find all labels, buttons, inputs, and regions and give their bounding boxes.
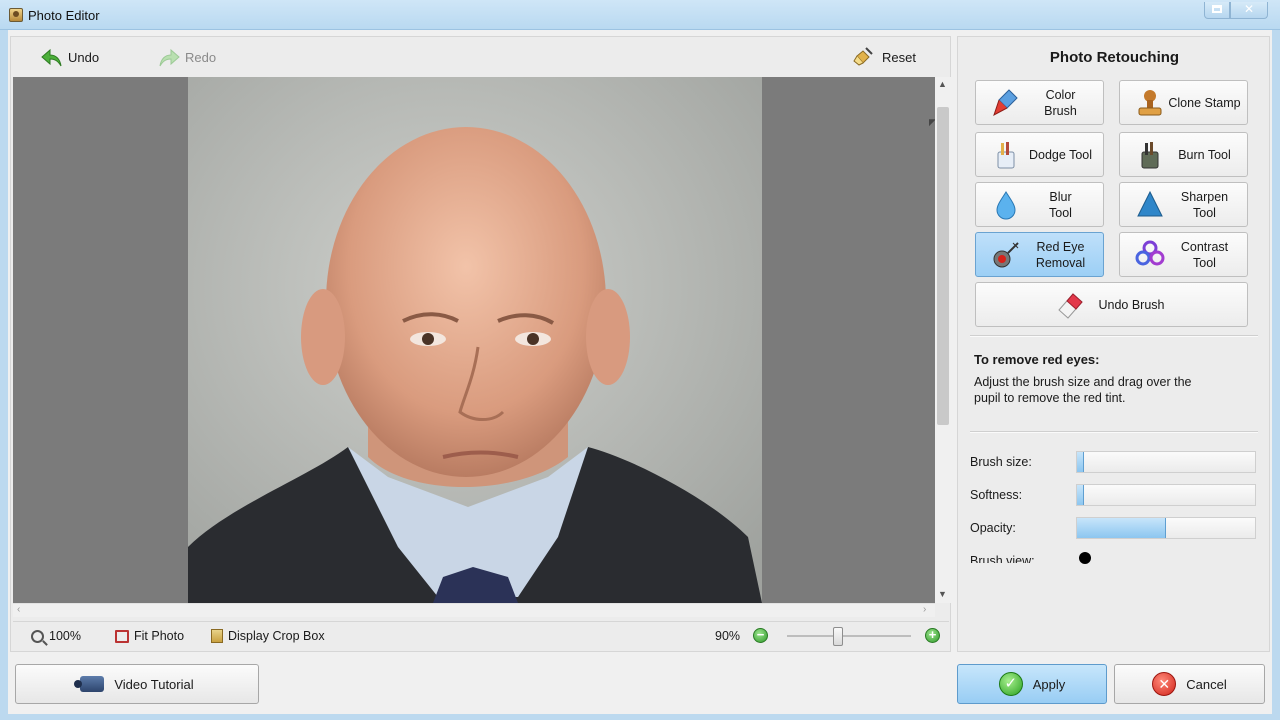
sharpen-tool-icon	[1134, 189, 1166, 221]
clone-stamp-button[interactable]: Clone Stamp	[1119, 80, 1248, 125]
display-crop-box-label: Display Crop Box	[228, 629, 325, 643]
maximize-icon	[1212, 5, 1222, 13]
close-icon: ✕	[1243, 2, 1255, 16]
burn-tool-label: Burn Tool	[1178, 147, 1231, 162]
burn-tool-button[interactable]: Burn Tool	[1119, 132, 1248, 177]
opacity-slider[interactable]	[1076, 517, 1256, 539]
portrait-photo	[188, 77, 762, 603]
softness-fill	[1077, 485, 1085, 505]
zoom-in-button[interactable]: +	[925, 628, 940, 643]
redo-label: Redo	[185, 49, 217, 65]
cancel-label: Cancel	[1186, 676, 1227, 692]
dodge-tool-icon	[990, 139, 1022, 171]
undo-label: Undo	[68, 49, 100, 65]
reset-button[interactable]: Reset	[853, 45, 916, 69]
red-eye-icon	[990, 239, 1022, 271]
fit-photo-icon	[115, 629, 129, 643]
video-camera-icon	[74, 676, 105, 692]
retouching-panel: Photo Retouching Color Brush Clone Stamp…	[957, 36, 1270, 652]
sharpen-tool-label: Sharpen Tool	[1180, 189, 1229, 220]
undo-arrow-icon	[41, 48, 62, 67]
softness-label: Softness:	[970, 488, 1023, 502]
window-frame-bottom	[0, 714, 1280, 720]
display-crop-box-button[interactable]: Display Crop Box	[211, 629, 325, 643]
panel-divider	[970, 431, 1258, 433]
burn-tool-icon	[1134, 139, 1166, 171]
brush-size-slider[interactable]	[1076, 451, 1256, 473]
zoom-level-label: 90%	[715, 629, 741, 643]
fit-photo-button[interactable]: Fit Photo	[115, 629, 184, 643]
fit-photo-label: Fit Photo	[134, 629, 185, 643]
redo-button[interactable]: Redo	[158, 45, 216, 69]
brush-size-label: Brush size:	[970, 455, 1032, 469]
color-brush-label: Color Brush	[1044, 87, 1077, 118]
broom-icon	[853, 46, 875, 69]
close-button[interactable]: ✕	[1230, 2, 1268, 19]
sharpen-tool-button[interactable]: Sharpen Tool	[1119, 182, 1248, 227]
cancel-x-icon: ✕	[1152, 672, 1177, 696]
clone-stamp-label: Clone Stamp	[1168, 95, 1241, 110]
vertical-scrollbar[interactable]: ▲ ▼	[935, 77, 951, 603]
redo-arrow-icon	[158, 48, 180, 67]
status-bar: 100% Fit Photo Display Crop Box 90% − +	[13, 621, 949, 649]
undo-button[interactable]: Undo	[41, 45, 99, 69]
zoom-slider-thumb[interactable]	[833, 627, 843, 646]
blur-tool-icon	[990, 189, 1022, 221]
dodge-tool-label: Dodge Tool	[1028, 147, 1092, 162]
help-text: Adjust the brush size and drag over the …	[974, 375, 1192, 405]
zoom-100-button[interactable]: 100%	[31, 629, 81, 643]
undo-brush-label: Undo Brush	[1098, 297, 1165, 312]
zoom-level: 90%	[715, 629, 740, 643]
reset-label: Reset	[882, 49, 916, 65]
blur-tool-button[interactable]: Blur Tool	[975, 182, 1104, 227]
brush-view-row: Brush view:	[958, 549, 1271, 563]
cancel-button[interactable]: ✕ Cancel	[1114, 664, 1265, 704]
crop-box-icon	[211, 629, 223, 643]
scroll-left-icon[interactable]: ‹	[17, 604, 20, 615]
contrast-tool-button[interactable]: Contrast Tool	[1119, 232, 1248, 277]
horizontal-scrollbar[interactable]: ‹ ›	[13, 603, 935, 617]
magnifier-icon	[31, 629, 44, 643]
window-frame-right	[1272, 30, 1280, 720]
scroll-up-icon[interactable]: ▲	[938, 79, 947, 89]
maximize-button[interactable]	[1204, 2, 1230, 19]
checkmark-icon: ✓	[998, 672, 1023, 696]
brush-view-label: Brush view:	[970, 554, 1035, 563]
opacity-label: Opacity:	[970, 521, 1016, 535]
blur-tool-label: Blur Tool	[1049, 189, 1072, 220]
video-tutorial-label: Video Tutorial	[114, 676, 194, 692]
app-icon	[9, 8, 23, 22]
apply-button[interactable]: ✓ Apply	[957, 664, 1107, 704]
opacity-fill	[1077, 518, 1166, 538]
title-bar: Photo Editor ✕	[0, 0, 1280, 30]
contrast-tool-icon	[1134, 239, 1166, 271]
scroll-down-icon[interactable]: ▼	[938, 589, 947, 599]
scroll-thumb[interactable]	[937, 107, 949, 425]
scroll-right-icon[interactable]: ›	[923, 604, 926, 615]
color-brush-button[interactable]: Color Brush	[975, 80, 1104, 125]
panel-title: Photo Retouching	[1049, 49, 1180, 66]
color-brush-icon	[990, 87, 1022, 119]
panel-divider	[970, 335, 1258, 337]
zoom-100-label: 100%	[49, 629, 81, 643]
help-title: To remove red eyes:	[974, 352, 1100, 367]
clone-stamp-icon	[1134, 87, 1166, 119]
window-title: Photo Editor	[28, 8, 100, 23]
window-frame-left	[0, 30, 8, 720]
apply-label: Apply	[1032, 676, 1066, 692]
eraser-icon	[1054, 289, 1086, 321]
brush-preview-dot	[1079, 552, 1091, 564]
red-eye-removal-button[interactable]: Red Eye Removal	[975, 232, 1104, 277]
photo-canvas[interactable]: ◤	[13, 77, 935, 603]
dodge-tool-button[interactable]: Dodge Tool	[975, 132, 1104, 177]
zoom-out-button[interactable]: −	[753, 628, 768, 643]
editor-area: Undo Redo Reset ◤ ▲ ▼ ‹ › 100% Fit Photo…	[10, 36, 951, 652]
red-eye-removal-label: Red Eye Removal	[1035, 239, 1086, 270]
brush-size-fill	[1077, 452, 1085, 472]
video-tutorial-button[interactable]: Video Tutorial	[15, 664, 259, 704]
contrast-tool-label: Contrast Tool	[1180, 239, 1229, 270]
softness-slider[interactable]	[1076, 484, 1256, 506]
undo-brush-button[interactable]: Undo Brush	[975, 282, 1248, 327]
zoom-slider-track[interactable]	[787, 635, 911, 637]
